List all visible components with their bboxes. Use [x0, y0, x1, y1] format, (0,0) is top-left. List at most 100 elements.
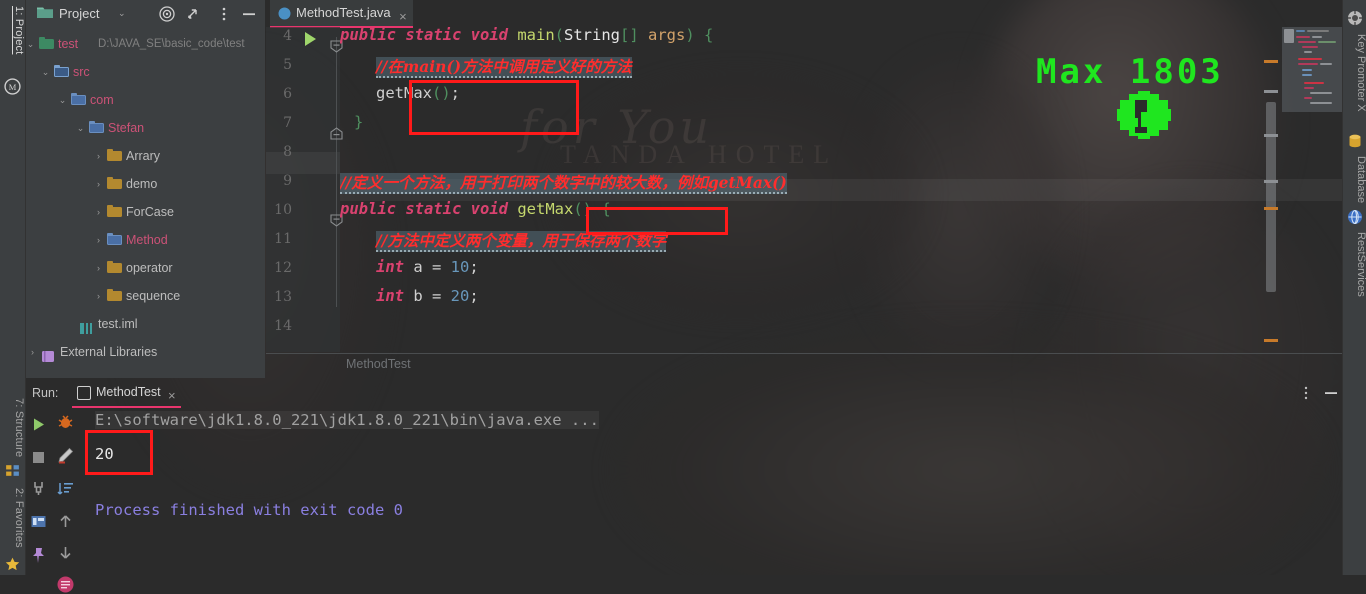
tree-expand-arrow[interactable]: ⌄ — [57, 86, 68, 114]
line-number: 9 — [283, 173, 292, 189]
layout-icon[interactable] — [29, 512, 48, 531]
rest-services-icon — [1348, 209, 1362, 225]
arrow-down-icon[interactable] — [56, 543, 75, 562]
project-tree-item-method[interactable]: › Method — [25, 226, 265, 254]
line-number: 5 — [283, 57, 292, 73]
stop-icon[interactable] — [29, 448, 48, 467]
minimap-preview — [1282, 27, 1342, 112]
sidebar-tab-favorites[interactable]: 2: Favorites — [0, 488, 25, 548]
folder-yellow-icon — [107, 205, 122, 218]
scroll-marker-2[interactable] — [1264, 134, 1278, 137]
rerun-icon[interactable] — [29, 415, 48, 434]
scroll-marker-3[interactable] — [1264, 180, 1278, 183]
chevron-down-icon[interactable]: ⌄ — [118, 8, 126, 19]
tree-expand-arrow[interactable]: › — [93, 198, 104, 226]
tree-expand-arrow[interactable]: › — [93, 142, 104, 170]
tree-expand-arrow[interactable]: › — [93, 226, 104, 254]
run-panel-header: Run: MethodTest × — [25, 379, 1366, 408]
left-tool-strip: 1: Project M 7: Structure 2: Favorites — [0, 0, 26, 575]
clear-all-icon[interactable] — [56, 575, 75, 594]
plug-disconnect-icon[interactable] — [29, 479, 48, 498]
collapse-all-icon[interactable] — [183, 5, 201, 23]
project-tree-item-label: operator — [126, 261, 173, 275]
scroll-marker-1[interactable] — [1264, 90, 1278, 93]
project-tree-item-arrary[interactable]: › Arrary — [25, 142, 265, 170]
sidebar-tab-favorites-label: 2: Favorites — [13, 488, 25, 548]
project-tree-item-label: test — [58, 37, 79, 51]
editor-area: MethodTest.java × 4 5 6 7 8 9 10 11 12 13 14 publi… — [266, 0, 1342, 378]
debug-bug-icon[interactable] — [56, 413, 75, 432]
project-tree: ⌄ test D:\JAVA_SE\basic_code\test ⌄ src ⌄ com ⌄… — [25, 30, 265, 378]
editor-minimap[interactable] — [1262, 27, 1342, 352]
more-options-icon[interactable] — [215, 5, 233, 23]
code-line-13: int b = 20; — [376, 287, 479, 305]
project-tree-item-src[interactable]: ⌄ src — [25, 58, 265, 86]
project-tree-item-demo[interactable]: › demo — [25, 170, 265, 198]
right-tab-key-promoter[interactable]: Key Promoter X — [1343, 34, 1366, 112]
project-tree-item-path: D:\JAVA_SE\basic_code\test — [98, 38, 245, 50]
arrow-up-icon[interactable] — [56, 512, 75, 531]
tree-expand-arrow[interactable]: › — [93, 254, 104, 282]
editor-gutter: 4 5 6 7 8 9 10 11 12 13 14 — [266, 27, 343, 352]
right-tab-database-label: Database — [1355, 156, 1366, 204]
code-line-5: //在main()方法中调用定义好的方法 — [376, 57, 632, 78]
sidebar-tab-structure-label: 7: Structure — [13, 398, 25, 458]
tree-expand-arrow[interactable]: ⌄ — [40, 58, 51, 86]
sidebar-tab-project[interactable]: 1: Project — [0, 6, 25, 54]
scroll-marker-warning-3[interactable] — [1264, 339, 1278, 342]
close-icon[interactable]: × — [168, 382, 176, 409]
console-output[interactable]: E:\software\jdk1.8.0_221\jdk1.8.0_221\bi… — [85, 407, 1366, 575]
project-tree-item-label: Method — [126, 233, 168, 247]
project-tree-item-stefan[interactable]: ⌄ Stefan — [25, 114, 265, 142]
project-tree-item-forcase[interactable]: › ForCase — [25, 198, 265, 226]
project-tree-item-test[interactable]: ⌄ test D:\JAVA_SE\basic_code\test — [25, 30, 265, 58]
tree-expand-arrow[interactable]: ⌄ — [25, 30, 36, 58]
tree-expand-arrow[interactable]: › — [93, 282, 104, 310]
tree-expand-arrow[interactable]: › — [27, 338, 38, 366]
project-tree-item-com[interactable]: ⌄ com — [25, 86, 265, 114]
project-tree-item-external-libraries[interactable]: › External Libraries — [25, 338, 265, 366]
project-tree-item-label: Stefan — [108, 121, 145, 135]
folder-blue-icon — [71, 93, 86, 106]
code-line-7: } — [354, 113, 364, 131]
scrollbar-thumb[interactable] — [1266, 102, 1276, 292]
line-number: 8 — [283, 144, 292, 160]
pin-icon[interactable] — [29, 546, 48, 565]
breadcrumb: MethodTest — [266, 355, 1342, 377]
hide-panel-icon[interactable] — [240, 5, 258, 23]
scroll-marker-warning-2[interactable] — [1264, 207, 1278, 210]
run-gutter-icon[interactable] — [305, 32, 316, 46]
right-tab-database[interactable]: Database — [1343, 156, 1366, 203]
code-line-6: getMax(); — [376, 84, 461, 102]
editor-tab-label: MethodTest.java — [296, 5, 391, 20]
editor-tab-methodtest[interactable]: MethodTest.java × — [270, 0, 413, 28]
folder-yellow-icon — [107, 177, 122, 190]
project-tree-item-test-iml[interactable]: test.iml — [25, 310, 265, 338]
code-content[interactable]: public static void main(String[] args) {… — [340, 27, 1342, 352]
project-tree-item-operator[interactable]: › operator — [25, 254, 265, 282]
console-exit-message: Process finished with exit code 0 — [95, 501, 403, 519]
tree-expand-arrow[interactable]: ⌄ — [75, 114, 86, 142]
key-promoter-icon — [1348, 11, 1362, 25]
run-toolbar-left — [25, 407, 51, 575]
run-tab-label: MethodTest — [96, 385, 161, 399]
run-tab-methodtest[interactable]: MethodTest × — [72, 379, 181, 408]
hide-panel-icon[interactable] — [1323, 385, 1339, 401]
scroll-marker-warning[interactable] — [1264, 60, 1278, 63]
project-tree-item-sequence[interactable]: › sequence — [25, 282, 265, 310]
idea-logo-icon: M — [4, 78, 21, 95]
soft-wrap-pencil-icon[interactable] — [56, 446, 75, 465]
line-number: 6 — [283, 86, 292, 102]
locate-target-icon[interactable] — [158, 5, 176, 23]
right-tab-rest-services[interactable]: RestServices — [1343, 232, 1366, 297]
tree-expand-arrow[interactable]: › — [93, 170, 104, 198]
breadcrumb-label: MethodTest — [346, 357, 411, 371]
folder-src-icon — [54, 65, 69, 78]
more-options-icon[interactable] — [1298, 385, 1314, 401]
scroll-to-end-icon[interactable] — [56, 479, 75, 498]
line-number: 13 — [274, 289, 292, 305]
project-tool-window: Project ⌄ ⌄ test D:\JAVA_SE\basic_code\tes… — [25, 0, 265, 378]
code-line-12: int a = 10; — [376, 258, 479, 276]
sidebar-tab-structure[interactable]: 7: Structure — [0, 398, 25, 457]
run-tool-window: Run: MethodTest × E:\software\jdk1.8.0_2… — [25, 379, 1366, 593]
